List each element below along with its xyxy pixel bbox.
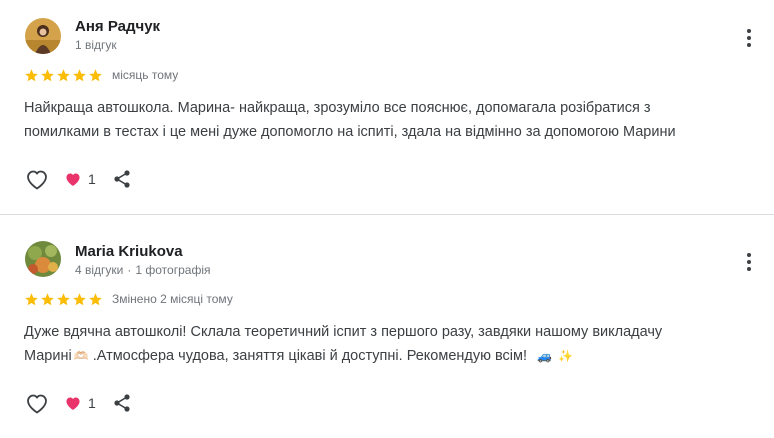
reaction-counter[interactable]: 1: [64, 171, 96, 187]
sparkles-emoji: ✨: [558, 349, 574, 363]
review-actions: 1: [24, 390, 134, 416]
review-card: Maria Kriukova 4 відгуки · 1 фотографія Зм…: [0, 216, 774, 438]
review-text: Найкраща автошкола. Марина- найкраща, зр…: [24, 96, 754, 144]
reaction-count: 1: [88, 395, 96, 411]
star-icon: [41, 292, 54, 305]
like-button[interactable]: [24, 166, 50, 192]
review-text-part: .Атмосфера чудова, заняття цікаві й дост…: [92, 348, 528, 364]
review-text: Дуже вдячна автошколі! Склала теоретични…: [24, 320, 754, 368]
heart-filled-icon: [66, 397, 80, 410]
star-rating: [24, 292, 103, 307]
review-text-line: Дуже вдячна автошколі! Склала теоретични…: [24, 324, 663, 340]
author-meta: 4 відгуки · 1 фотографія: [75, 263, 210, 277]
author-name[interactable]: Maria Kriukova: [75, 243, 183, 260]
star-icon: [89, 292, 102, 305]
review-count: 4 відгуки: [75, 263, 124, 277]
reaction-count: 1: [88, 171, 96, 187]
review-text-line: Найкраща автошкола. Марина- найкраща, зр…: [24, 100, 651, 116]
heart-outline-icon: [27, 394, 47, 414]
share-button[interactable]: [110, 391, 134, 415]
more-vert-icon[interactable]: [740, 27, 758, 49]
share-icon: [114, 170, 130, 188]
meta-separator: ·: [127, 263, 132, 277]
star-rating: [24, 68, 103, 83]
review-card: Аня Радчук 1 відгук місяць тому Найкраща…: [0, 0, 774, 214]
rating-row: Змінено 2 місяці тому: [24, 290, 233, 308]
more-vert-icon[interactable]: [740, 251, 758, 273]
author-meta: 1 відгук: [75, 38, 117, 52]
review-text-line: Марині 🫶🏻 .Атмосфера чудова, заняття ціка…: [24, 344, 754, 368]
star-icon: [57, 292, 70, 305]
star-icon: [25, 68, 38, 81]
star-icon: [57, 68, 70, 81]
review-date: Змінено 2 місяці тому: [112, 292, 233, 306]
review-count: 1 відгук: [75, 38, 117, 52]
star-icon: [25, 292, 38, 305]
car-emoji: 🚙: [537, 349, 553, 363]
avatar[interactable]: [25, 241, 61, 277]
star-icon: [73, 292, 86, 305]
like-button[interactable]: [24, 390, 50, 416]
avatar[interactable]: [25, 18, 61, 54]
review-date: місяць тому: [112, 68, 179, 82]
share-button[interactable]: [110, 167, 134, 191]
review-actions: 1: [24, 166, 134, 192]
heart-hands-emoji: 🫶🏻: [73, 349, 89, 363]
rating-row: місяць тому: [24, 66, 178, 84]
reaction-counter[interactable]: 1: [64, 395, 96, 411]
review-divider: [0, 214, 774, 215]
photo-count: 1 фотографія: [135, 263, 211, 277]
share-icon: [114, 394, 130, 412]
star-icon: [89, 68, 102, 81]
heart-outline-icon: [27, 170, 47, 190]
review-text-line: помилками в тестах і це мені дуже допомо…: [24, 124, 676, 140]
star-icon: [41, 68, 54, 81]
heart-filled-icon: [66, 173, 80, 186]
star-icon: [73, 68, 86, 81]
author-name[interactable]: Аня Радчук: [75, 18, 160, 35]
review-text-part: Марині: [24, 348, 72, 364]
